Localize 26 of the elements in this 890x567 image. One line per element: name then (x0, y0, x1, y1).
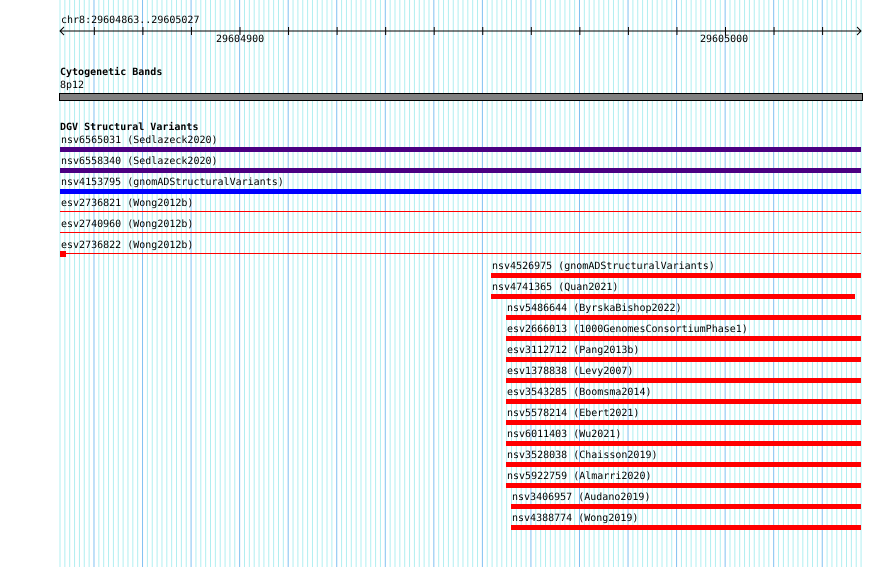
feature-label: nsv4153795 (gnomADStructuralVariants) (61, 177, 284, 188)
feature-label: esv2666013 (1000GenomesConsortiumPhase1) (507, 324, 748, 335)
feature-label: esv1378838 (Levy2007) (507, 366, 634, 377)
feature-label: 8p12 (60, 80, 84, 91)
tick-label: 29604900 (216, 34, 264, 45)
feature-label: esv3112712 (Pang2013b) (507, 345, 640, 356)
feature-label: nsv5578214 (Ebert2021) (507, 408, 640, 419)
feature-label: esv2736822 (Wong2012b) (61, 240, 194, 251)
feature-label: nsv6565031 (Sedlazeck2020) (61, 135, 218, 146)
feature-label: esv2740960 (Wong2012b) (61, 219, 194, 230)
feature-label: nsv3406957 (Audano2019) (512, 492, 650, 503)
feature-label: nsv3528038 (Chaisson2019) (507, 450, 658, 461)
feature-label: nsv6558340 (Sedlazeck2020) (61, 156, 218, 167)
feature-label: nsv5486644 (ByrskaBishop2022) (507, 303, 682, 314)
feature-label: esv2736821 (Wong2012b) (61, 198, 194, 209)
tick-label: 29605000 (700, 34, 748, 45)
track-title: Cytogenetic Bands (60, 67, 162, 78)
feature-label: nsv5922759 (Almarri2020) (507, 471, 652, 482)
feature-label: nsv4388774 (Wong2019) (512, 513, 638, 524)
location-label: chr8:29604863..29605027 (61, 15, 200, 26)
feature-label: esv3543285 (Boomsma2014) (507, 387, 652, 398)
track-title: DGV Structural Variants (60, 122, 198, 133)
feature-label: nsv4741365 (Quan2021) (492, 282, 618, 293)
feature-label: nsv4526975 (gnomADStructuralVariants) (492, 261, 715, 272)
variant-block (60, 251, 66, 257)
feature-label: nsv6011403 (Wu2021) (507, 429, 622, 440)
